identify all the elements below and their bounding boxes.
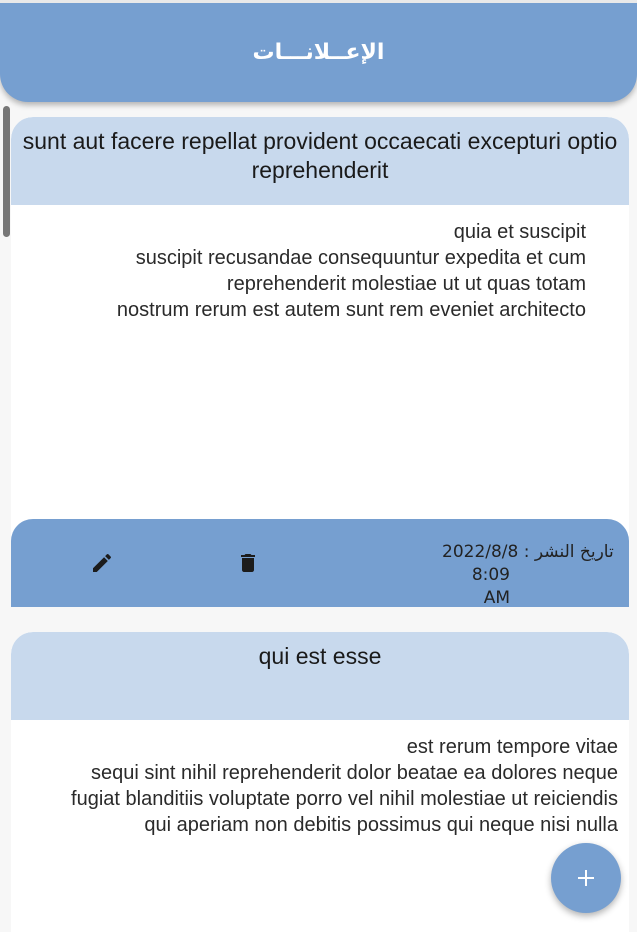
trash-icon <box>241 554 255 572</box>
announcement-body: est rerum tempore vitae sequi sint nihil… <box>71 736 618 836</box>
publish-date: تاريخ النشر : 2022/8/8 8:09 AM <box>442 541 614 607</box>
status-bar-strip <box>0 0 637 3</box>
announcement-title: qui est esse <box>11 632 629 720</box>
edit-button[interactable] <box>89 550 115 576</box>
announcement-body: quia et suscipit suscipit recusandae con… <box>116 221 586 321</box>
page-title: الإعــلانـــات <box>252 40 385 65</box>
announcement-footer: تاريخ النشر : 2022/8/8 8:09 AM <box>11 519 629 607</box>
add-announcement-button[interactable] <box>551 843 621 913</box>
pencil-icon <box>93 553 112 572</box>
app-bar: الإعــلانـــات <box>0 3 637 102</box>
announcements-screen: الإعــلانـــات sunt aut facere repellat … <box>0 0 637 932</box>
delete-button[interactable] <box>235 550 261 576</box>
announcement-title: sunt aut facere repellat provident occae… <box>11 117 629 205</box>
announcement-card: sunt aut facere repellat provident occae… <box>11 117 629 607</box>
plus-icon <box>578 870 594 886</box>
announcement-card: qui est esse est rerum tempore vitae seq… <box>11 632 629 932</box>
publish-date-label: تاريخ النشر : 2022/8/8 <box>442 542 614 562</box>
publish-time: 8:09 AM <box>471 565 510 607</box>
scrollbar-thumb[interactable] <box>3 106 10 237</box>
